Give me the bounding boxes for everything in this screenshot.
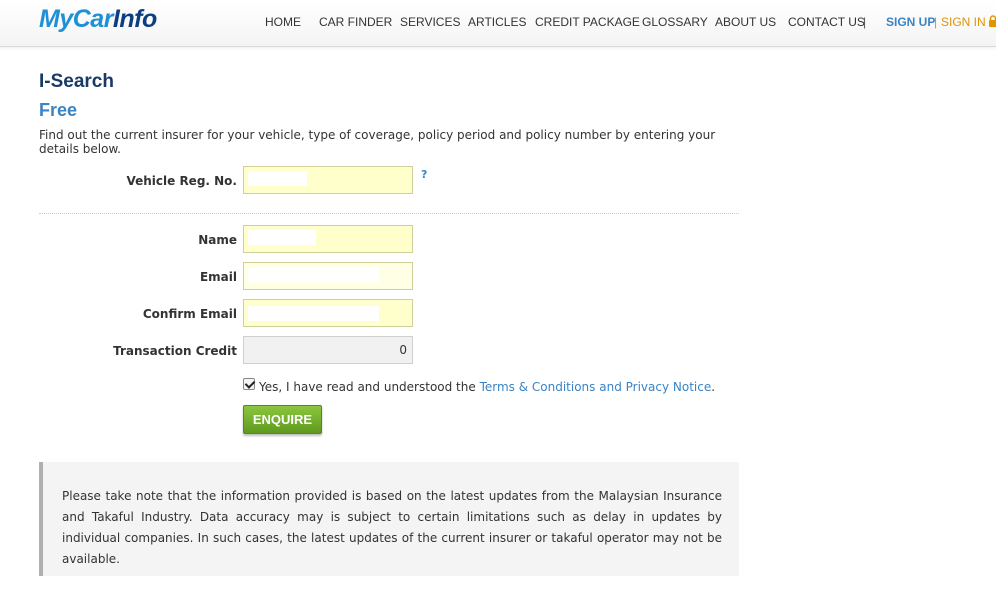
transaction-credit-label: Transaction Credit — [113, 344, 237, 358]
agree-label: Yes, I have read and understood the — [259, 380, 480, 394]
confirm-email-label: Confirm Email — [142, 307, 237, 321]
enquire-button[interactable]: ENQUIRE — [243, 405, 322, 434]
name-label: Name — [198, 233, 237, 247]
nav-item-credit-package[interactable]: CREDIT PACKAGE — [535, 15, 640, 29]
disclaimer-text: Please take note that the information pr… — [62, 489, 722, 566]
agree-period: . — [711, 380, 716, 394]
page-title: I-Search — [39, 71, 114, 92]
sign-up-link[interactable]: SIGN UP — [886, 15, 935, 29]
nav-item-about-us[interactable]: ABOUT US — [715, 15, 776, 29]
redacted-value — [248, 267, 379, 282]
redacted-value — [248, 171, 307, 186]
site-header: MyCarInfo HOME CAR FINDER SERVICES ARTIC… — [0, 0, 996, 47]
form-divider — [39, 213, 739, 214]
nav-item-articles[interactable]: ARTICLES — [468, 15, 526, 29]
auth-separator: | — [934, 15, 938, 29]
agree-text: Yes, I have read and understood the Term… — [259, 380, 715, 394]
lock-icon[interactable] — [988, 15, 996, 27]
nav-separator: | — [863, 15, 867, 29]
terms-link[interactable]: Terms & Conditions and Privacy Notice — [480, 380, 712, 394]
vehicle-reg-label: Vehicle Reg. No. — [126, 174, 237, 188]
site-logo[interactable]: MyCarInfo — [39, 5, 157, 34]
nav-item-services[interactable]: SERVICES — [400, 15, 460, 29]
redacted-value — [248, 306, 379, 321]
help-icon[interactable]: ? — [421, 168, 427, 181]
disclaimer-box: Please take note that the information pr… — [39, 462, 739, 576]
email-label: Email — [199, 270, 237, 284]
nav-item-contact-us[interactable]: CONTACT US — [788, 15, 865, 29]
transaction-credit-field: 0 — [243, 336, 413, 364]
sign-in-link[interactable]: SIGN IN — [941, 15, 986, 29]
page-subtitle: Free — [39, 100, 78, 120]
logo-part-info: Info — [112, 5, 157, 33]
nav-item-home[interactable]: HOME — [265, 15, 301, 29]
logo-part-my: My — [39, 5, 73, 33]
nav-item-car-finder[interactable]: CAR FINDER — [319, 15, 392, 29]
logo-part-car: Car — [72, 5, 114, 33]
nav-item-glossary[interactable]: GLOSSARY — [642, 15, 708, 29]
page-description: Find out the current insurer for your ve… — [39, 128, 716, 156]
redacted-value — [248, 230, 316, 245]
agree-checkbox[interactable] — [243, 378, 255, 390]
